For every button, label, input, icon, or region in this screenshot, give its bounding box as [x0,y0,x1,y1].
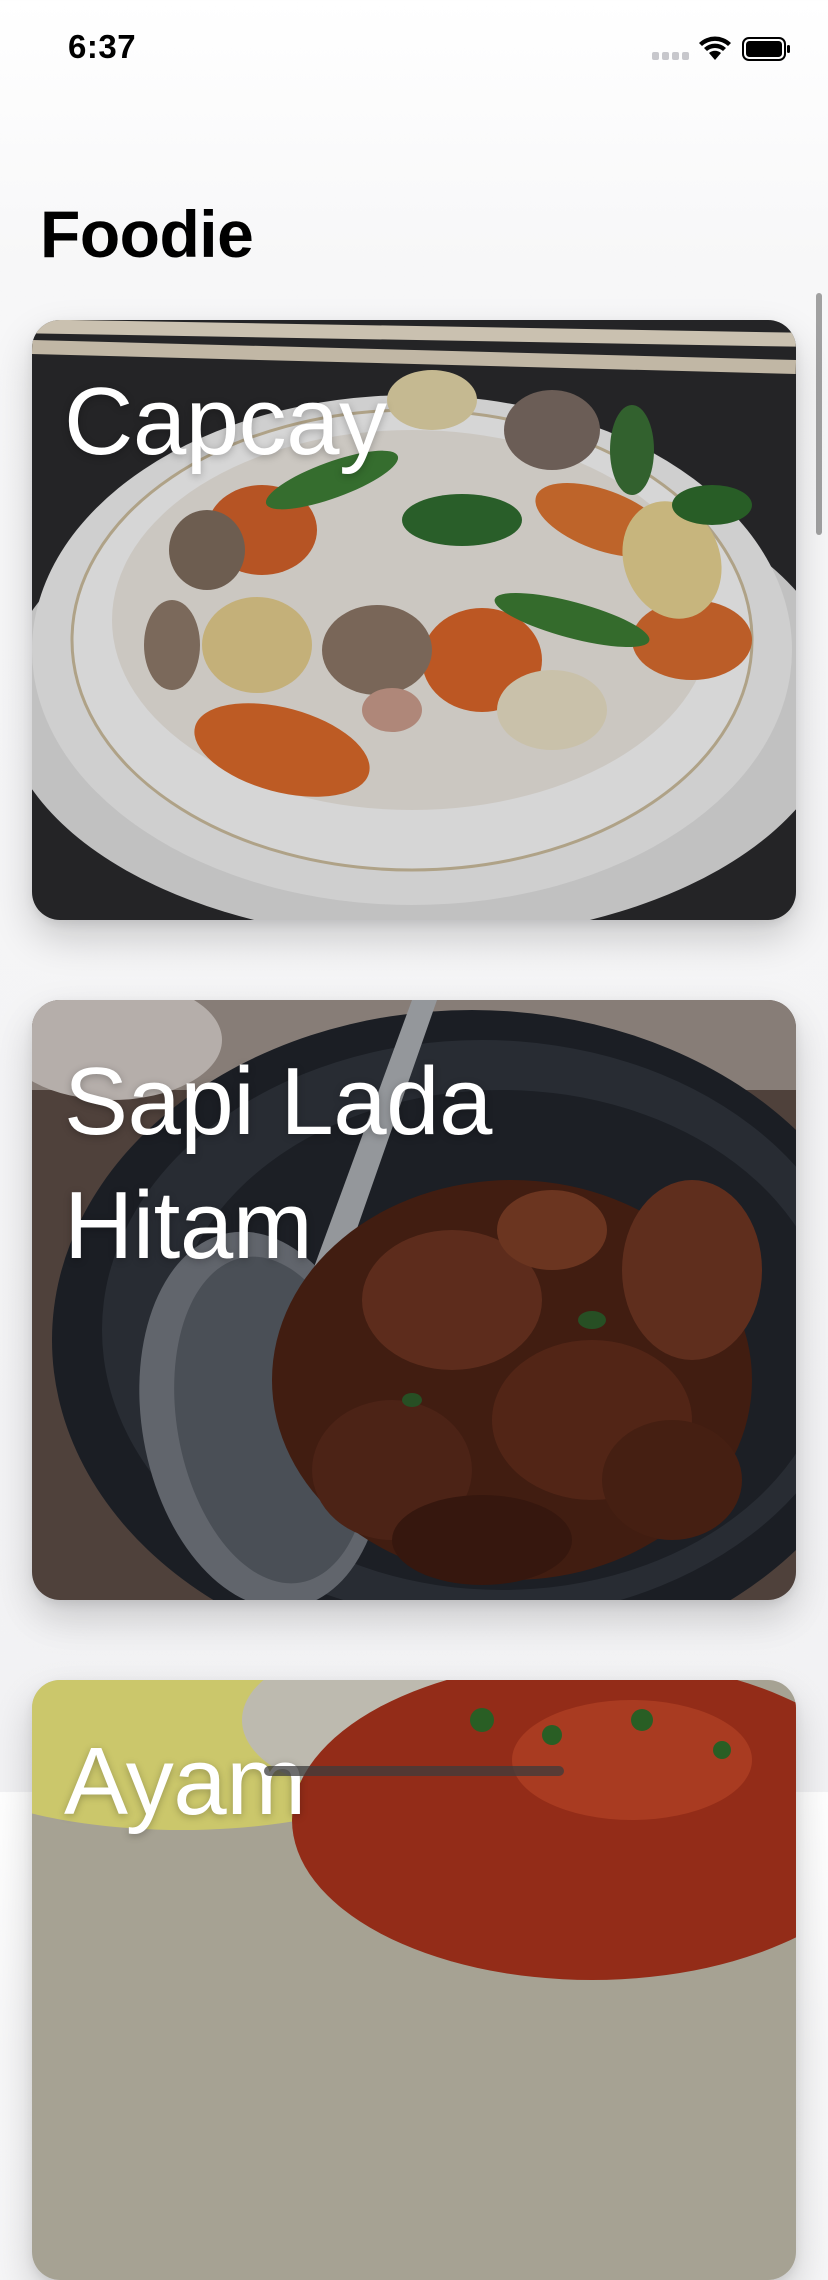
food-card-sapi-lada-hitam[interactable]: Sapi Lada Hitam [32,1000,796,1600]
scroll-indicator[interactable] [816,293,822,535]
status-time: 6:37 [68,28,137,65]
wifi-icon [699,36,731,60]
food-card-capcay[interactable]: Capcay [32,320,796,920]
battery-icon [742,37,790,61]
card-title: Capcay [64,368,387,475]
home-indicator[interactable] [264,1766,564,1776]
card-title: Sapi Lada Hitam [64,1048,492,1279]
status-bar: 6:37 [0,0,828,100]
card-title: Ayam [64,1728,306,1835]
page-title: Foodie [40,197,254,271]
cellular-signal-icon [652,52,690,62]
